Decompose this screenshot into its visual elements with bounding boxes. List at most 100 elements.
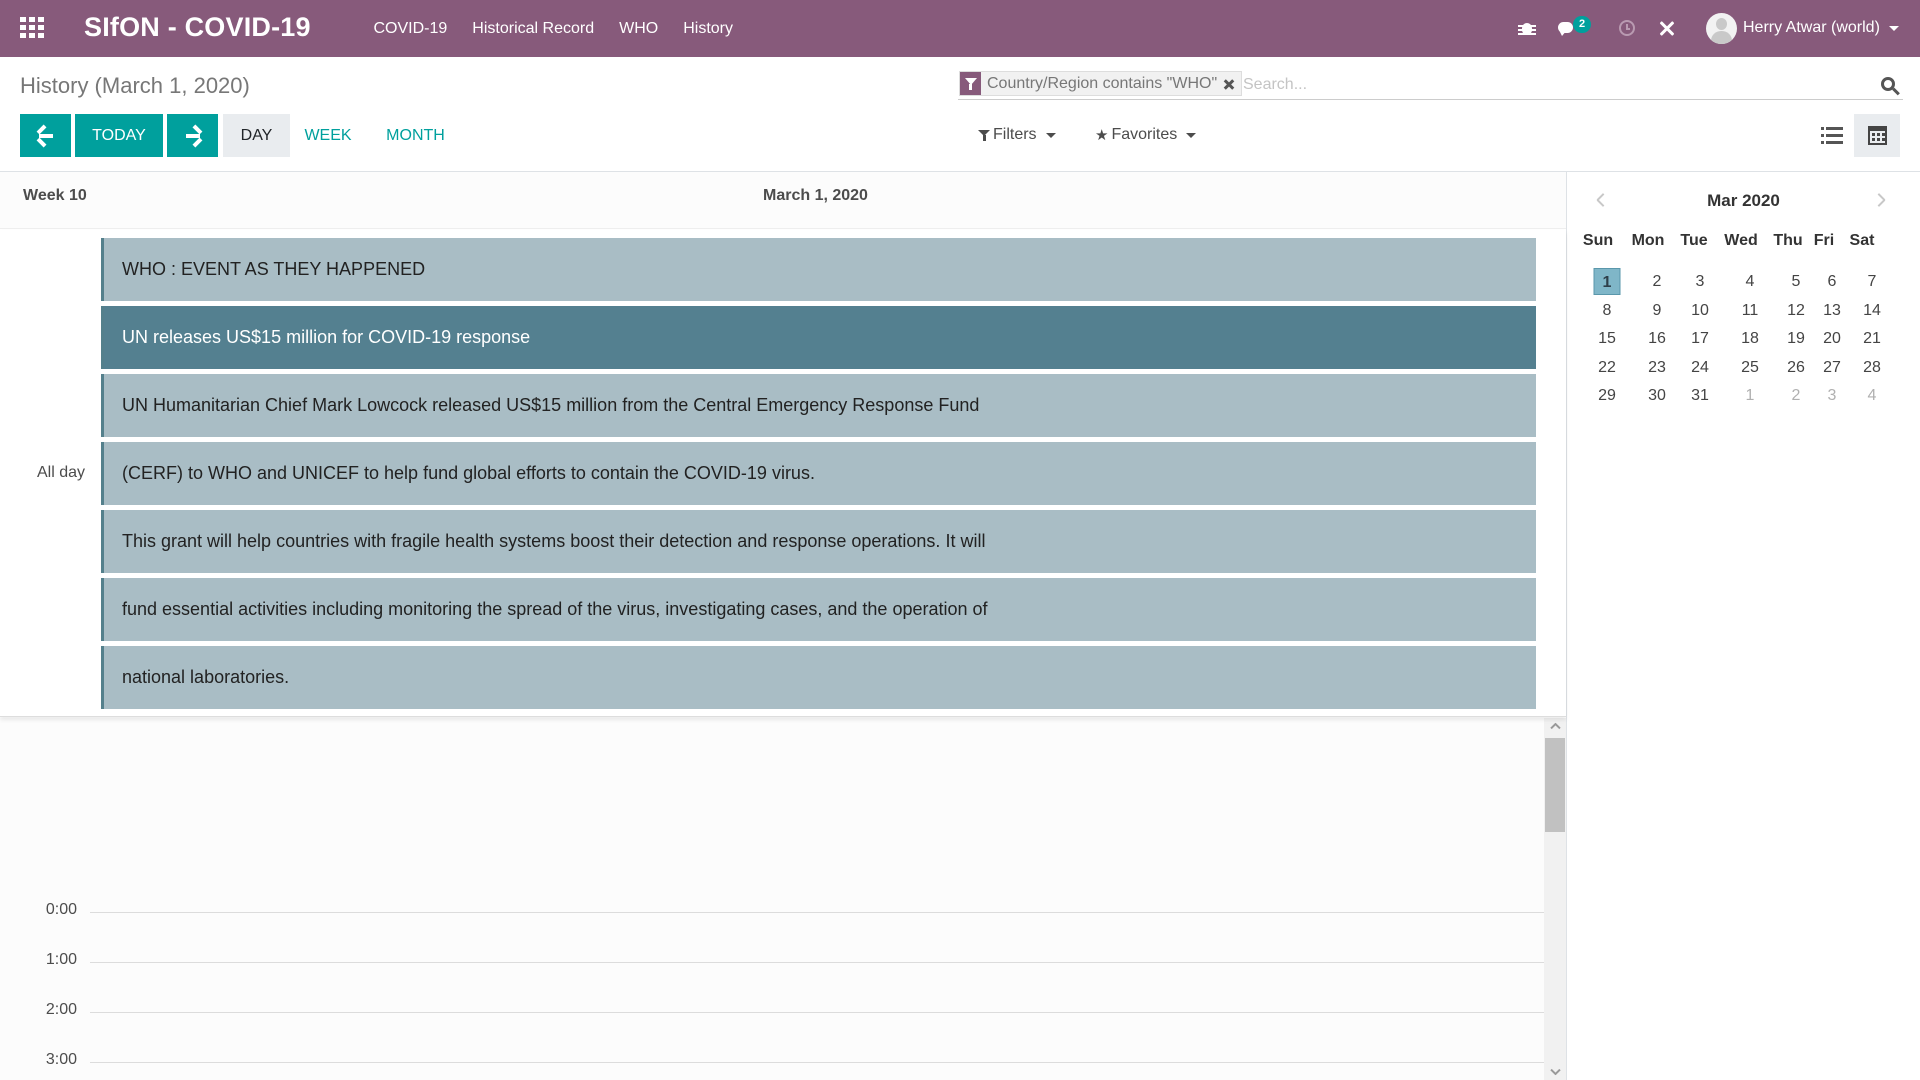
mini-day[interactable]: 18 (1737, 325, 1764, 352)
mini-day[interactable]: 13 (1819, 297, 1846, 324)
mini-day[interactable]: 20 (1819, 325, 1846, 352)
calendar-event[interactable]: fund essential activities including moni… (101, 578, 1536, 641)
breadcrumb: History (March 1, 2020) (20, 73, 250, 98)
calendar-event[interactable]: This grant will help countries with frag… (101, 510, 1536, 573)
scale-month-button[interactable]: Month (376, 114, 455, 157)
menu-item-covid[interactable]: COVID-19 (374, 20, 448, 38)
calendar-event[interactable]: UN Humanitarian Chief Mark Lowcock relea… (101, 374, 1536, 437)
mini-day[interactable]: 6 (1819, 268, 1846, 295)
day-date: March 1, 2020 (763, 187, 868, 204)
weekday-header: Sat (1849, 232, 1875, 249)
mini-week-row: 15 16 17 18 19 20 21 (1588, 325, 1908, 354)
chevron-down-icon (1045, 132, 1056, 138)
search-input[interactable] (1243, 73, 1843, 97)
mini-day[interactable]: 24 (1687, 354, 1714, 381)
mini-day[interactable]: 23 (1644, 354, 1671, 381)
day-header: Week 10 March 1, 2020 (0, 172, 1566, 229)
list-view-icon[interactable] (1811, 114, 1854, 157)
calendar-event-selected[interactable]: UN releases US$15 million for COVID-19 r… (101, 306, 1536, 369)
scale-day-button[interactable]: Day (223, 114, 290, 157)
mini-day[interactable]: 12 (1783, 297, 1810, 324)
menu-item-historical-record[interactable]: Historical Record (472, 20, 594, 38)
next-button[interactable] (167, 114, 218, 157)
tools-cross-icon[interactable] (1656, 17, 1678, 39)
favorites-label: Favorites (1111, 126, 1178, 143)
debug-bug-icon[interactable] (1516, 17, 1538, 39)
app-brand[interactable]: SIfON - COVID-19 (84, 12, 311, 43)
mini-day[interactable]: 28 (1859, 354, 1886, 381)
mini-week-row: 22 23 24 25 26 27 28 (1588, 354, 1908, 383)
calendar-event[interactable]: national laboratories. (101, 646, 1536, 709)
mini-day[interactable]: 17 (1687, 325, 1714, 352)
previous-button[interactable] (20, 114, 71, 157)
apps-menu-icon[interactable] (20, 17, 44, 39)
time-grid[interactable]: 0:00 1:00 2:00 3:00 (0, 718, 1566, 1080)
all-day-section: All day WHO : EVENT AS THEY HAPPENED UN … (0, 230, 1566, 717)
mini-day[interactable]: 16 (1644, 325, 1671, 352)
mini-calendar-title: Mar 2020 (1707, 191, 1780, 210)
activity-clock-icon[interactable] (1616, 17, 1638, 39)
mini-day[interactable]: 22 (1594, 354, 1621, 381)
scrollbar-thumb[interactable] (1545, 738, 1565, 832)
chat-count-badge: 2 (1573, 16, 1591, 33)
mini-day[interactable]: 29 (1594, 382, 1621, 409)
mini-calendar-next-icon[interactable] (1873, 192, 1889, 208)
calendar-sidebar: Mar 2020 Sun Mon Tue Wed Thu Fri Sat 1 2… (1567, 172, 1920, 1080)
mini-week-row: 1 2 3 4 5 6 7 (1588, 268, 1908, 297)
calendar-event[interactable]: WHO : EVENT AS THEY HAPPENED (101, 238, 1536, 301)
mini-day[interactable]: 30 (1644, 382, 1671, 409)
mini-day[interactable]: 4 (1737, 268, 1764, 295)
scroll-down-icon[interactable] (1550, 1068, 1561, 1076)
mini-day[interactable]: 25 (1737, 354, 1764, 381)
mini-day[interactable]: 2 (1644, 268, 1671, 295)
mini-day[interactable]: 7 (1859, 268, 1886, 295)
hour-label: 0:00 (45, 901, 77, 918)
hour-line (90, 1062, 1544, 1063)
mini-day-next-month[interactable]: 1 (1737, 382, 1764, 409)
facet-remove-icon[interactable] (1221, 76, 1237, 92)
hour-label: 2:00 (45, 1001, 77, 1018)
mini-day[interactable]: 3 (1687, 268, 1714, 295)
mini-day-selected[interactable]: 1 (1593, 268, 1621, 295)
mini-week-row: 8 9 10 11 12 13 14 (1588, 297, 1908, 326)
weekday-header: Thu (1773, 232, 1803, 249)
weekday-header: Mon (1631, 232, 1665, 249)
filters-dropdown[interactable]: Filters (978, 126, 1056, 144)
mini-day[interactable]: 8 (1594, 297, 1621, 324)
scale-week-button[interactable]: Week (295, 114, 361, 157)
mini-day[interactable]: 15 (1594, 325, 1621, 352)
calendar-event[interactable]: (CERF) to WHO and UNICEF to help fund gl… (101, 442, 1536, 505)
favorites-dropdown[interactable]: ★ Favorites (1095, 126, 1197, 144)
mini-day[interactable]: 27 (1819, 354, 1846, 381)
hour-label: 3:00 (45, 1051, 77, 1068)
star-icon: ★ (1095, 127, 1109, 144)
mini-day-next-month[interactable]: 3 (1819, 382, 1846, 409)
mini-day[interactable]: 26 (1783, 354, 1810, 381)
mini-day[interactable]: 10 (1687, 297, 1714, 324)
menu-item-who[interactable]: WHO (619, 20, 658, 38)
filter-funnel-icon (960, 72, 981, 95)
mini-day[interactable]: 14 (1859, 297, 1886, 324)
today-button[interactable]: Today (75, 114, 163, 157)
mini-day[interactable]: 5 (1783, 268, 1810, 295)
day-view: Week 10 March 1, 2020 All day WHO : EVEN… (0, 172, 1566, 1080)
calendar-view-icon[interactable] (1854, 114, 1900, 157)
mini-day[interactable]: 31 (1687, 382, 1714, 409)
search-bar: Country/Region contains "WHO" (958, 70, 1903, 100)
arrow-right-icon (185, 124, 202, 147)
weekday-header: Tue (1680, 232, 1708, 249)
menu-item-history[interactable]: History (683, 20, 733, 38)
search-icon[interactable] (1880, 76, 1900, 96)
mini-day[interactable]: 19 (1783, 325, 1810, 352)
mini-day[interactable]: 11 (1737, 297, 1764, 324)
arrow-left-icon (36, 124, 54, 147)
mini-day[interactable]: 21 (1859, 325, 1886, 352)
scroll-up-icon[interactable] (1550, 722, 1561, 730)
mini-day-next-month[interactable]: 4 (1859, 382, 1886, 409)
mini-day[interactable]: 9 (1644, 297, 1671, 324)
mini-calendar-grid: Sun Mon Tue Wed Thu Fri Sat 1 2 3 4 5 6 … (1583, 232, 1908, 411)
chevron-down-icon (1186, 132, 1197, 138)
user-menu[interactable]: Herry Atwar (world) (1706, 12, 1899, 44)
avatar (1706, 12, 1737, 44)
mini-day-next-month[interactable]: 2 (1783, 382, 1810, 409)
